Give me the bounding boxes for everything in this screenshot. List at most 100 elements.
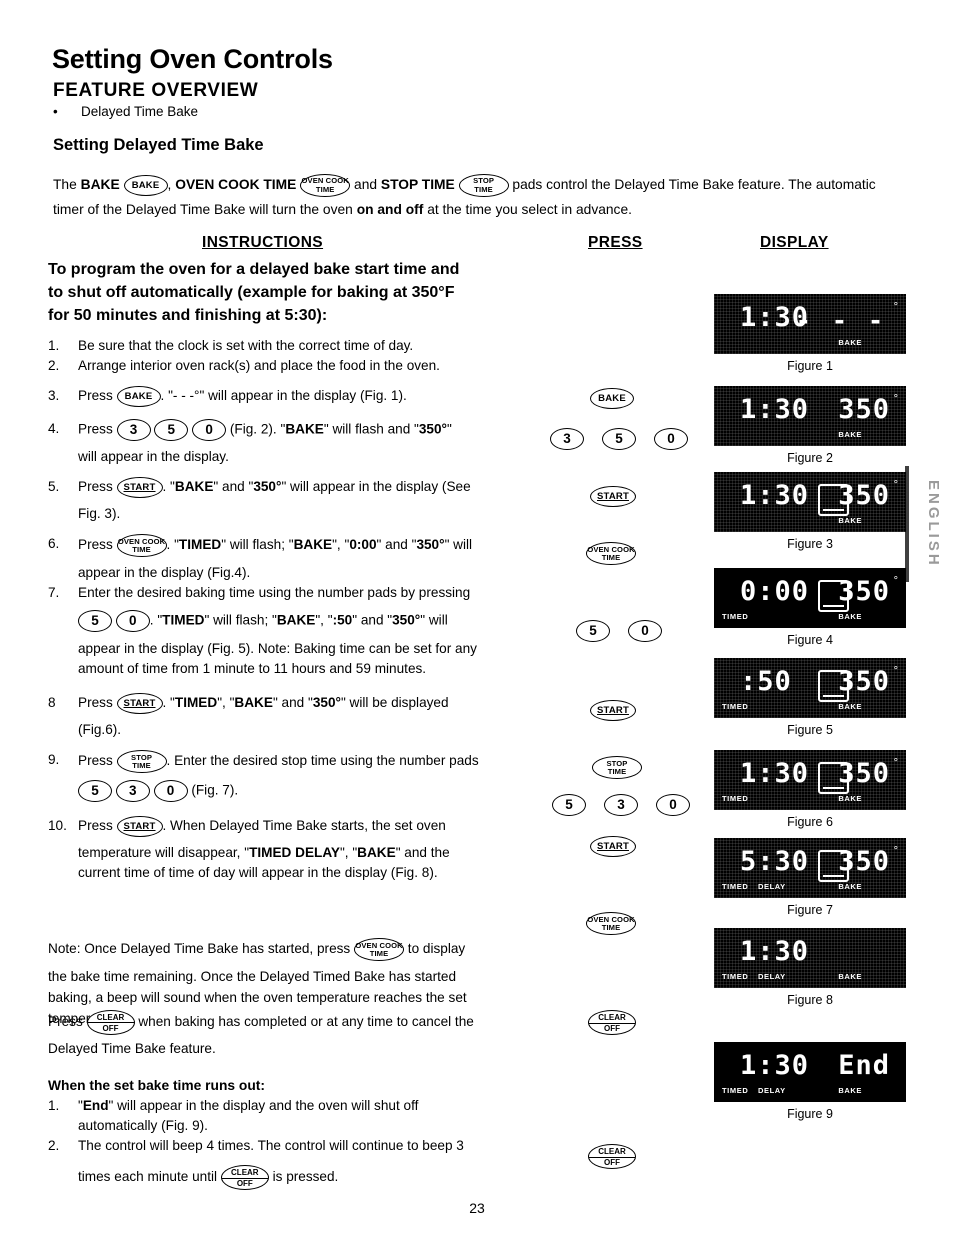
start-label[interactable]: START — [597, 841, 629, 852]
step-6-temp: 350° — [416, 537, 445, 553]
step-7-temp: 350° — [392, 612, 421, 628]
step-6: 6. Press OVEN COOK TIME. "TIMED" will fla… — [48, 534, 568, 583]
press-number-5-pad-2[interactable]: 5 — [576, 620, 610, 642]
press-number-3-pad[interactable]: 3 — [550, 428, 584, 450]
step-4-mid2: " will flash and " — [323, 421, 419, 437]
lead-line-2: to shut off automatically (example for b… — [48, 284, 455, 301]
feature-bullet: • Delayed Time Bake — [53, 104, 198, 119]
number-pad-5-icon[interactable]: 5 — [576, 620, 610, 642]
oven-cook-time-pad-icon: OVEN COOK TIME — [354, 938, 405, 961]
figure-caption: Figure 5 — [787, 723, 833, 737]
press-number-0-pad[interactable]: 0 — [654, 428, 688, 450]
number-pad-3-icon[interactable]: 3 — [604, 794, 638, 816]
number-pad-0-icon[interactable]: 0 — [656, 794, 690, 816]
clear-line2[interactable]: OFF — [589, 1024, 635, 1034]
cancel-block: Press CLEAR OFF when baking has completed… — [48, 1008, 568, 1062]
lcd-annunciator-bake: BAKE — [838, 882, 862, 891]
clear-off-pad-icon[interactable]: CLEAR OFF — [588, 1144, 636, 1169]
figure-6: 1:30 350 ° TIMED BAKE Figure 6 — [714, 750, 906, 829]
figure-caption: Figure 4 — [787, 633, 833, 647]
intro-bake-label: BAKE — [80, 177, 120, 192]
figure-7: 5:30 350 ° TIMED DELAY BAKE Figure 7 — [714, 838, 906, 917]
press-stop-time-pad[interactable]: STOP TIME — [592, 756, 642, 779]
start-pad-icon[interactable]: START — [590, 700, 636, 721]
press-start-pad-1[interactable]: START — [590, 486, 636, 507]
bake-pad-icon[interactable]: BAKE — [590, 388, 634, 409]
note-line-3: baking, a beep will sound when the oven … — [48, 990, 467, 1005]
step-7-b: " will flash; " — [204, 612, 277, 628]
step-5-line2: Fig. 3). — [78, 506, 121, 521]
number-pad-3-icon[interactable]: 3 — [550, 428, 584, 450]
step-9-line2: 5 3 0 (Fig. 7). — [78, 780, 568, 802]
press-start-pad-3[interactable]: START — [590, 836, 636, 857]
press-number-0-pad-3[interactable]: 0 — [656, 794, 690, 816]
oven-cook-time-pad-icon[interactable]: OVEN COOK TIME — [586, 542, 636, 565]
stop-line2[interactable]: TIME — [608, 767, 627, 776]
oven-cook-line2[interactable]: TIME — [602, 923, 621, 932]
step-8-press-word: Press — [78, 695, 113, 711]
number-pad-5-icon[interactable]: 5 — [552, 794, 586, 816]
number-pad-5-icon[interactable]: 5 — [602, 428, 636, 450]
lcd-left-value: 0:00 — [740, 576, 810, 607]
press-oven-cook-time-pad-2[interactable]: OVEN COOK TIME — [586, 912, 636, 935]
intro-onoff: on and off — [356, 202, 424, 217]
number-pad-0-icon[interactable]: 0 — [654, 428, 688, 450]
lcd-annunciator-delay: DELAY — [758, 882, 786, 891]
start-label: START — [123, 698, 156, 709]
clear-line1[interactable]: CLEAR — [589, 1013, 635, 1024]
step-10-timed-delay: TIMED DELAY — [249, 845, 340, 860]
step-4-temp: 350° — [418, 421, 447, 437]
intro-and: and — [350, 177, 381, 192]
oven-cook-line2[interactable]: TIME — [602, 553, 621, 562]
step-8-d: " will be displayed — [340, 695, 449, 711]
intro-text-1: The — [53, 177, 81, 192]
step-7-e: " will — [420, 612, 448, 628]
page-title: Setting Oven Controls — [52, 44, 333, 74]
figure-9: 1:30 End TIMED DELAY BAKE Figure 9 — [714, 1042, 906, 1121]
lead-line-1: To program the oven for a delayed bake s… — [48, 261, 460, 278]
press-start-pad-2[interactable]: START — [590, 700, 636, 721]
oven-cook-time-pad-icon[interactable]: OVEN COOK TIME — [586, 912, 636, 935]
bullet-dot: • — [53, 104, 58, 119]
stop-time-pad-icon: STOP TIME — [116, 750, 167, 773]
start-label[interactable]: START — [597, 705, 629, 716]
clear-line1[interactable]: CLEAR — [589, 1147, 635, 1158]
lcd-annunciator-bake: BAKE — [838, 338, 862, 347]
stop-time-pad-icon[interactable]: STOP TIME — [592, 756, 642, 779]
clear-off-pad-icon[interactable]: CLEAR OFF — [588, 1010, 636, 1035]
lcd-display: 1:30- - - ° BAKE — [714, 294, 906, 354]
press-oven-cook-time-pad-1[interactable]: OVEN COOK TIME — [586, 542, 636, 565]
procedure-lead-in: To program the oven for a delayed bake s… — [48, 258, 568, 327]
step-7-number: 7. — [48, 585, 60, 600]
press-number-0-pad-2[interactable]: 0 — [628, 620, 662, 642]
step-7-line3: appear in the display (Fig. 5). Note: Ba… — [78, 641, 477, 656]
lcd-annunciator-bake: BAKE — [838, 972, 862, 981]
lcd-annunciator-timed: TIMED — [722, 972, 749, 981]
start-label[interactable]: START — [597, 491, 629, 502]
stop-time-pad-icon: STOP TIME — [458, 173, 509, 197]
press-clear-off-pad-1[interactable]: CLEAR OFF — [588, 1010, 636, 1035]
clear-line2[interactable]: OFF — [589, 1158, 635, 1168]
press-number-5-pad[interactable]: 5 — [602, 428, 636, 450]
lcd-left-value: 1:30 — [740, 394, 810, 425]
start-pad-icon[interactable]: START — [590, 486, 636, 507]
press-number-3-pad-2[interactable]: 3 — [604, 794, 638, 816]
step-1-number: 1. — [48, 338, 60, 353]
lcd-left-value: :50 — [740, 666, 792, 697]
lcd-degree-symbol: ° — [893, 845, 898, 857]
press-number-5-pad-3[interactable]: 5 — [552, 794, 586, 816]
figure-caption: Figure 8 — [787, 993, 833, 1007]
press-clear-off-pad-2[interactable]: CLEAR OFF — [588, 1144, 636, 1169]
lcd-display: 1:30 350 ° TIMED BAKE — [714, 750, 906, 810]
lcd-annunciator-timed: TIMED — [722, 882, 749, 891]
lcd-annunciator-timed: TIMED — [722, 702, 749, 711]
step-8-c: " and " — [272, 695, 313, 711]
step-8-bake: BAKE — [234, 695, 273, 711]
step-8-a: . " — [162, 695, 175, 711]
start-pad-icon[interactable]: START — [590, 836, 636, 857]
step-6-line2: appear in the display (Fig.4). — [78, 565, 251, 580]
step-1-text: Be sure that the clock is set with the c… — [78, 338, 414, 353]
note-line-2: the bake time remaining. Once the Delaye… — [48, 969, 457, 984]
number-pad-0-icon[interactable]: 0 — [628, 620, 662, 642]
press-bake-pad[interactable]: BAKE — [590, 388, 634, 409]
